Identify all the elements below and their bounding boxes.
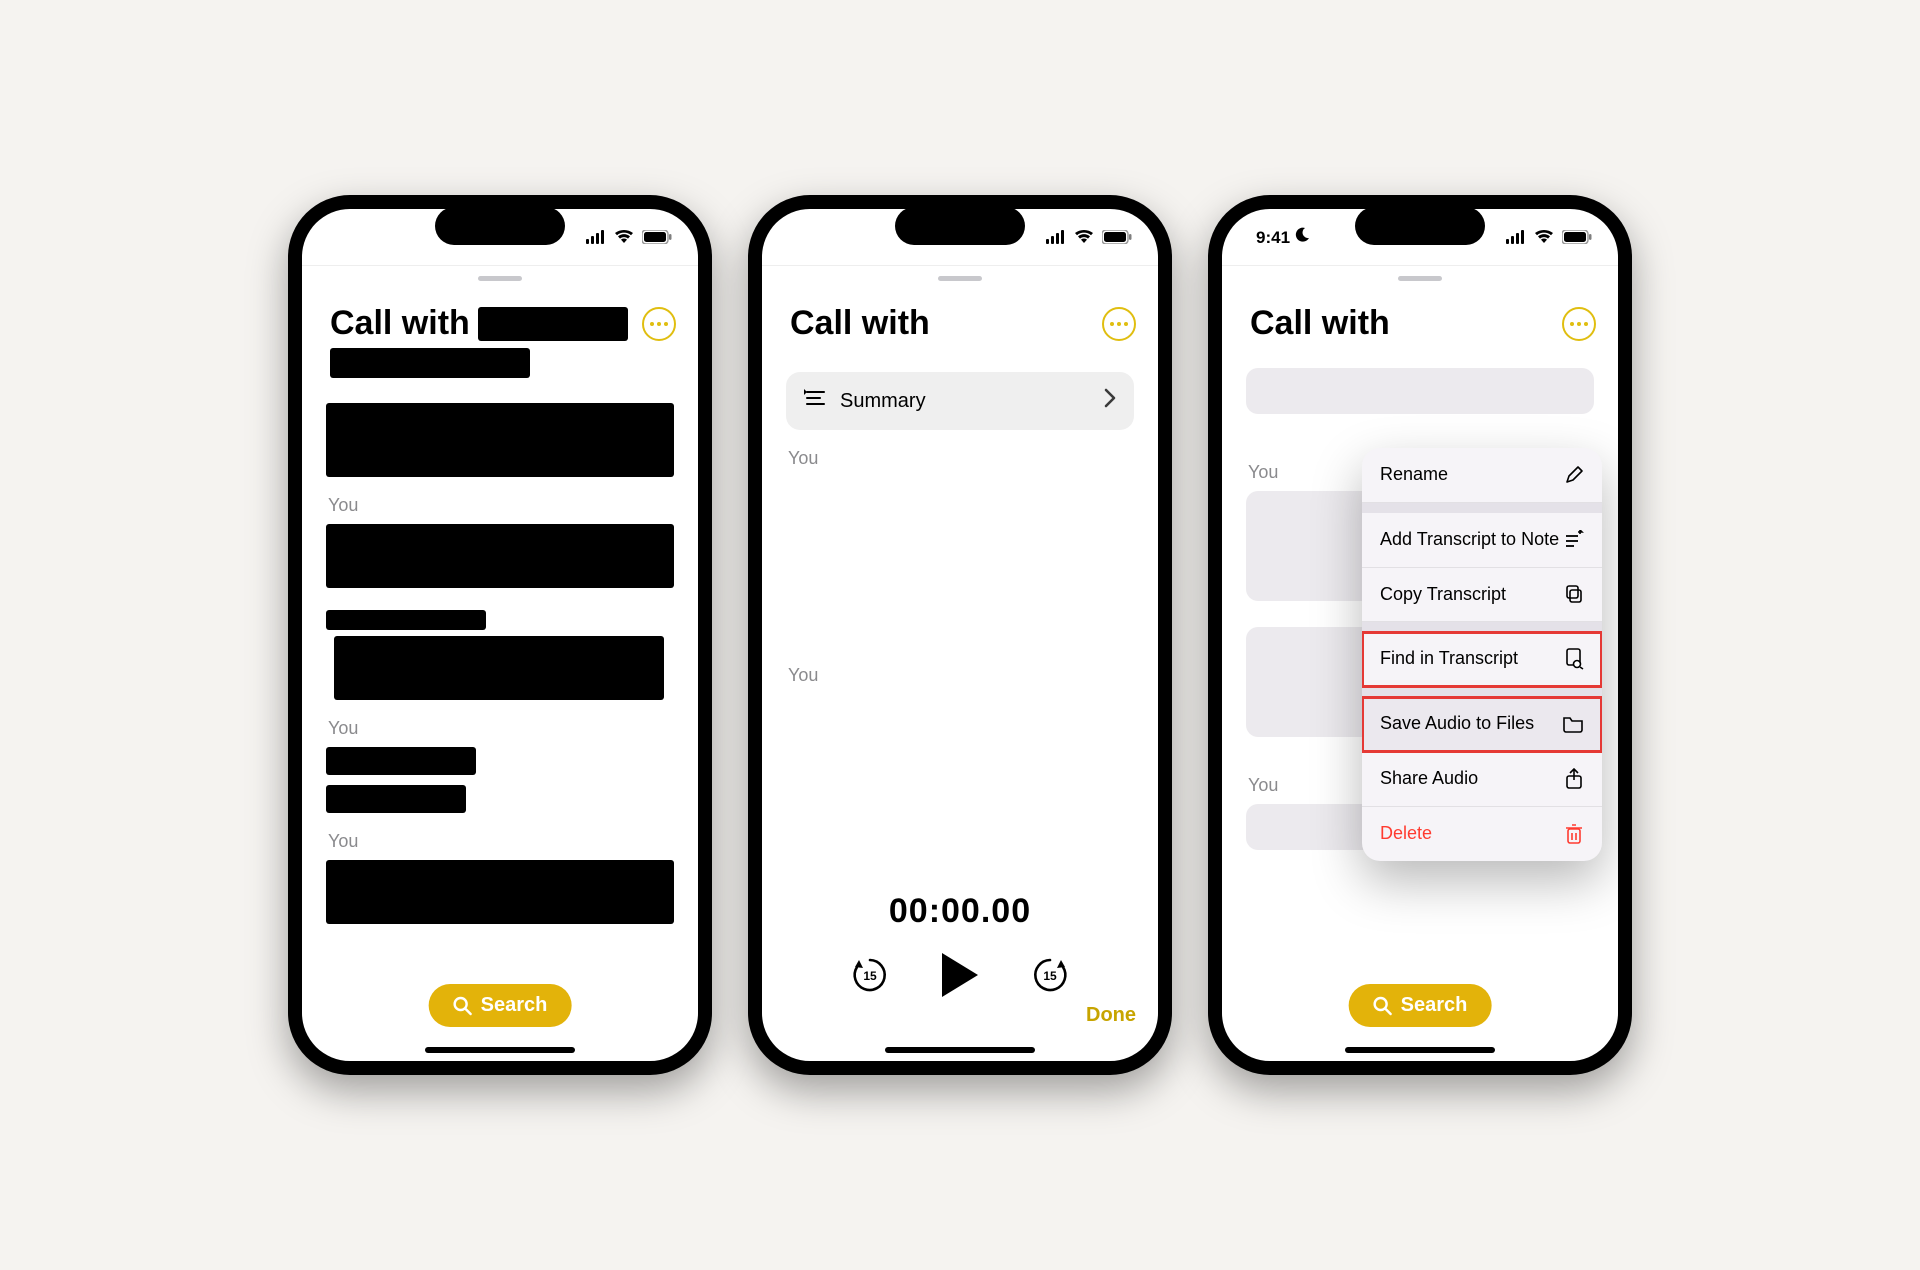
skip-forward-15-button[interactable]: 15 xyxy=(1028,953,1072,997)
menu-separator xyxy=(1362,622,1602,632)
chevron-right-icon xyxy=(1104,388,1116,414)
wifi-icon xyxy=(1074,230,1094,244)
battery-icon xyxy=(642,230,672,244)
menu-item-rename[interactable]: Rename xyxy=(1362,448,1602,503)
speaker-label: You xyxy=(788,665,1134,686)
add-to-note-icon xyxy=(1564,530,1584,550)
menu-item-add-transcript-to-note[interactable]: Add Transcript to Note xyxy=(1362,513,1602,568)
svg-text:15: 15 xyxy=(863,969,877,983)
cell-signal-icon xyxy=(1506,230,1526,244)
speaker-label: You xyxy=(328,831,674,852)
more-options-button[interactable] xyxy=(1102,307,1136,341)
redacted-subtitle xyxy=(330,348,530,378)
home-indicator[interactable] xyxy=(1345,1047,1495,1053)
summary-icon xyxy=(804,389,826,413)
search-icon xyxy=(1373,996,1393,1016)
iphone-mock-2: Call with Summary You You 00:00.00 xyxy=(748,195,1172,1075)
page-title: Call with xyxy=(790,305,930,342)
folder-icon xyxy=(1562,715,1584,733)
home-indicator[interactable] xyxy=(425,1047,575,1053)
cell-signal-icon xyxy=(1046,230,1066,244)
menu-item-copy-transcript[interactable]: Copy Transcript xyxy=(1362,568,1602,623)
battery-icon xyxy=(1562,230,1592,244)
speaker-label: You xyxy=(328,495,674,516)
share-icon xyxy=(1564,768,1584,790)
home-indicator[interactable] xyxy=(885,1047,1035,1053)
do-not-disturb-icon xyxy=(1294,227,1310,248)
dynamic-island xyxy=(1355,207,1485,245)
summary-label: Summary xyxy=(840,390,926,413)
search-label: Search xyxy=(481,994,548,1017)
search-button[interactable]: Search xyxy=(1349,984,1492,1027)
page-title: Call with xyxy=(330,305,470,342)
search-label: Search xyxy=(1401,994,1468,1017)
skip-back-15-button[interactable]: 15 xyxy=(848,953,892,997)
redacted-transcript-block xyxy=(334,636,664,700)
iphone-mock-1: Call with You You You Search xyxy=(288,195,712,1075)
more-options-button[interactable] xyxy=(642,307,676,341)
battery-icon xyxy=(1102,230,1132,244)
search-icon xyxy=(453,996,473,1016)
menu-item-save-audio-to-files[interactable]: Save Audio to Files xyxy=(1362,697,1602,752)
summary-row[interactable]: Summary xyxy=(786,372,1134,430)
redacted-name xyxy=(478,307,628,341)
trash-icon xyxy=(1564,823,1584,845)
sheet-grabber[interactable] xyxy=(1222,265,1618,295)
copy-icon xyxy=(1564,584,1584,604)
play-button[interactable] xyxy=(938,951,982,999)
redacted-transcript-block xyxy=(326,747,476,775)
blurred-summary-placeholder xyxy=(1246,368,1594,414)
done-button[interactable]: Done xyxy=(1086,1004,1136,1027)
wifi-icon xyxy=(614,230,634,244)
redacted-transcript-block xyxy=(326,860,674,924)
pencil-icon xyxy=(1564,465,1584,485)
speaker-label: You xyxy=(328,718,674,739)
menu-separator xyxy=(1362,503,1602,513)
iphone-mock-3: 9:41 Call with xyxy=(1208,195,1632,1075)
sheet-grabber[interactable] xyxy=(762,265,1158,295)
menu-item-delete[interactable]: Delete xyxy=(1362,807,1602,861)
cell-signal-icon xyxy=(586,230,606,244)
dynamic-island xyxy=(895,207,1025,245)
redacted-transcript-block xyxy=(326,524,674,588)
wifi-icon xyxy=(1534,230,1554,244)
redacted-transcript-block xyxy=(326,610,486,630)
svg-text:15: 15 xyxy=(1043,969,1057,983)
page-title: Call with xyxy=(1250,305,1390,342)
more-options-button[interactable] xyxy=(1562,307,1596,341)
menu-separator xyxy=(1362,687,1602,697)
find-in-doc-icon xyxy=(1564,648,1584,670)
status-time: 9:41 xyxy=(1256,228,1290,248)
sheet-grabber[interactable] xyxy=(302,265,698,295)
playback-timecode: 00:00.00 xyxy=(889,892,1031,931)
context-menu: Rename Add Transcript to Note Copy Trans… xyxy=(1362,448,1602,860)
redacted-transcript-block xyxy=(326,403,674,477)
dynamic-island xyxy=(435,207,565,245)
menu-item-find-in-transcript[interactable]: Find in Transcript xyxy=(1362,632,1602,687)
menu-item-share-audio[interactable]: Share Audio xyxy=(1362,752,1602,807)
redacted-transcript-block xyxy=(326,785,466,813)
search-button[interactable]: Search xyxy=(429,984,572,1027)
speaker-label: You xyxy=(788,448,1134,469)
